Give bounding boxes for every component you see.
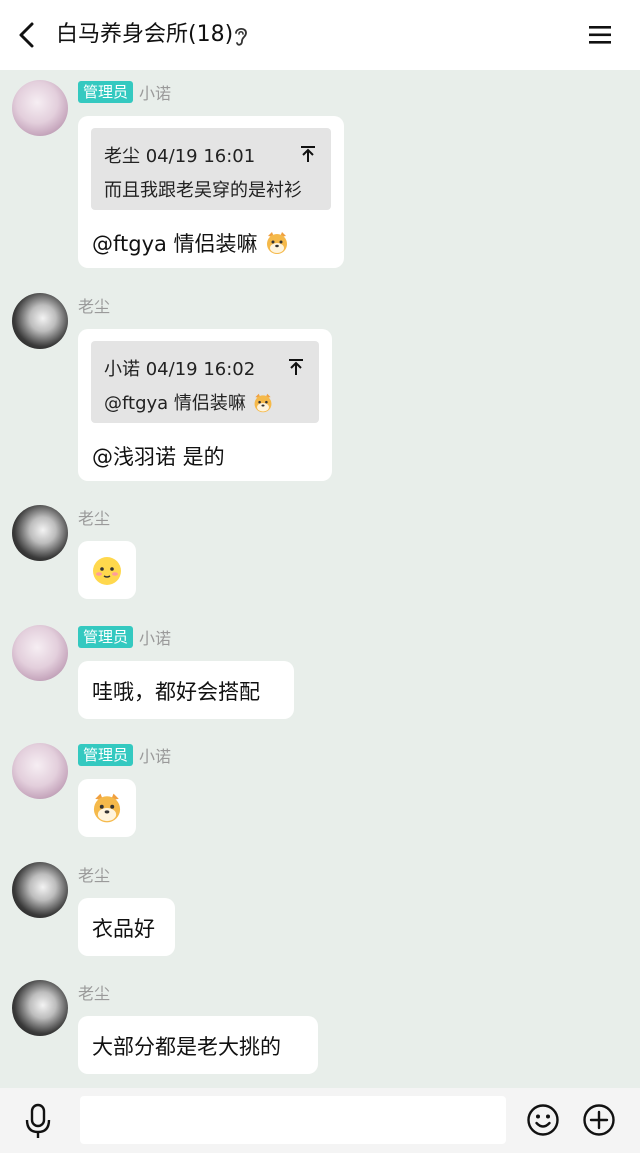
- blush-face-emoji-icon: [93, 557, 121, 585]
- message-input[interactable]: [80, 1096, 506, 1144]
- sender-name: 老尘: [78, 297, 111, 316]
- message-bubble[interactable]: 大部分都是老大挑的: [78, 1016, 318, 1074]
- message-bubble[interactable]: 小诺 04/19 16:02 @ftgya 情侣装嘛 @浅羽诺 是的: [78, 329, 332, 481]
- sender-row: 管理员 小诺: [78, 743, 171, 767]
- sender-row: 管理员 小诺: [78, 625, 171, 649]
- sender-row: 老尘: [78, 862, 110, 886]
- sender-row: 老尘: [78, 293, 110, 317]
- avatar[interactable]: [12, 862, 68, 918]
- quote-text: 而且我跟老吴穿的是衬衫: [104, 180, 302, 201]
- sender-name: 老尘: [78, 984, 111, 1003]
- emoji-icon[interactable]: [526, 1103, 560, 1137]
- message-bubble[interactable]: 老尘 04/19 16:01 而且我跟老吴穿的是衬衫 @ftgya 情侣装嘛: [78, 116, 344, 268]
- message-bubble[interactable]: 哇哦，都好会搭配: [78, 661, 294, 719]
- sender-name: 小诺: [139, 747, 172, 766]
- message-text: 衣品好: [92, 917, 155, 941]
- message-text: @浅羽诺 是的: [92, 445, 225, 469]
- sender-row: 管理员 小诺: [78, 80, 171, 104]
- message-bubble[interactable]: [78, 541, 136, 599]
- sender-name: 老尘: [78, 866, 111, 885]
- back-arrow-icon[interactable]: [14, 18, 42, 52]
- menu-icon[interactable]: [586, 22, 614, 48]
- sender-row: 老尘: [78, 980, 110, 1004]
- dog-emoji-icon: [93, 793, 121, 823]
- admin-badge: 管理员: [78, 81, 134, 103]
- admin-badge: 管理员: [78, 626, 134, 648]
- message-text: 哇哦，都好会搭配: [92, 680, 260, 704]
- message-bubble[interactable]: [78, 779, 136, 837]
- sender-name: 小诺: [139, 84, 172, 103]
- message-text-row: @ftgya 情侣装嘛: [92, 228, 290, 258]
- dog-emoji-icon: [254, 393, 272, 413]
- sender-name: 小诺: [139, 629, 172, 648]
- avatar[interactable]: [12, 505, 68, 561]
- avatar[interactable]: [12, 743, 68, 799]
- jump-to-message-icon[interactable]: [299, 144, 317, 164]
- message-bubble[interactable]: 衣品好: [78, 898, 175, 956]
- quoted-message[interactable]: 小诺 04/19 16:02 @ftgya 情侣装嘛: [91, 341, 319, 423]
- admin-badge: 管理员: [78, 744, 134, 766]
- dog-emoji-icon: [267, 232, 288, 254]
- quote-author-time: 小诺 04/19 16:02: [104, 359, 256, 380]
- avatar[interactable]: [12, 625, 68, 681]
- quote-text-row: @ftgya 情侣装嘛: [104, 389, 274, 415]
- sender-name: 老尘: [78, 509, 111, 528]
- message-text: 大部分都是老大挑的: [92, 1035, 281, 1059]
- avatar[interactable]: [12, 293, 68, 349]
- input-bar: [0, 1088, 640, 1153]
- quoted-message[interactable]: 老尘 04/19 16:01 而且我跟老吴穿的是衬衫: [91, 128, 331, 210]
- ear-icon: [235, 27, 247, 46]
- avatar[interactable]: [12, 980, 68, 1036]
- message-text: @ftgya 情侣装嘛: [92, 232, 258, 256]
- quote-text: @ftgya 情侣装嘛: [104, 393, 246, 414]
- add-icon[interactable]: [582, 1103, 616, 1137]
- jump-to-message-icon[interactable]: [287, 357, 305, 377]
- avatar[interactable]: [12, 80, 68, 136]
- microphone-icon[interactable]: [22, 1102, 54, 1140]
- quote-author-time: 老尘 04/19 16:01: [104, 146, 256, 167]
- chat-title: 白马养身会所(18): [56, 22, 234, 47]
- sender-row: 老尘: [78, 505, 110, 529]
- chat-header: 白马养身会所(18): [0, 0, 640, 70]
